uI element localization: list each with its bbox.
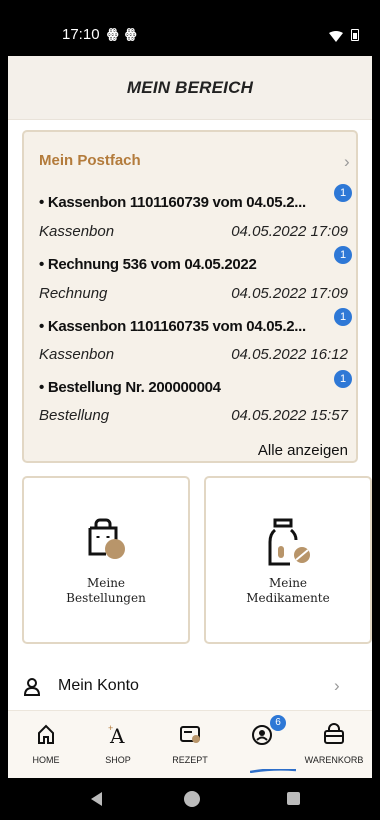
- person-icon: [24, 678, 40, 696]
- nav-home[interactable]: HOME: [10, 711, 82, 778]
- active-indicator: [250, 769, 296, 773]
- message-title[interactable]: • Bestellung Nr. 200000004: [39, 379, 221, 396]
- notification-icon: ꙮ: [125, 26, 137, 41]
- message-date: 04.05.2022 17:09: [231, 223, 348, 240]
- nav-basket[interactable]: WARENKORB: [298, 711, 370, 778]
- unread-badge: 1: [334, 184, 352, 202]
- my-orders-tile[interactable]: Meine Bestellungen: [22, 476, 190, 644]
- page-header: MEIN BEREICH: [8, 56, 372, 120]
- recent-apps-icon[interactable]: [287, 792, 300, 805]
- nav-prescription[interactable]: REZEPT: [154, 711, 226, 778]
- message-date: 04.05.2022 17:09: [231, 285, 348, 302]
- my-account-label[interactable]: Mein Konto: [58, 677, 139, 695]
- tile-label: Meine Medikamente: [246, 576, 330, 605]
- nav-label: HOME: [32, 755, 60, 765]
- system-navigation-bar: [0, 778, 380, 820]
- home-button-icon[interactable]: [184, 791, 200, 807]
- my-account-row[interactable]: Mein Konto ›: [8, 664, 372, 710]
- prescription-icon: [180, 726, 200, 743]
- shop-icon: A +: [108, 723, 125, 745]
- tile-label: Meine Bestellungen: [66, 576, 146, 605]
- app-screen: MEIN BEREICH Mein Postfach › • Kassenbon…: [8, 56, 372, 778]
- chevron-right-icon[interactable]: ›: [334, 676, 340, 696]
- message-date: 04.05.2022 15:57: [231, 407, 348, 424]
- nav-shop[interactable]: A + SHOP: [82, 711, 154, 778]
- nav-label: REZEPT: [172, 755, 208, 765]
- nav-my-area[interactable]: 6: [226, 711, 298, 778]
- battery-icon: [351, 29, 359, 41]
- unread-badge: 1: [334, 246, 352, 264]
- notification-badge: 6: [270, 715, 286, 731]
- basket-icon: [324, 723, 344, 744]
- message-title[interactable]: • Kassenbon 1101160739 vom 04.05.2...: [39, 194, 306, 211]
- message-title[interactable]: • Kassenbon 1101160735 vom 04.05.2...: [39, 318, 306, 335]
- shopping-bag-icon: [88, 518, 125, 559]
- svg-text:+: +: [108, 723, 113, 733]
- message-type: Kassenbon: [39, 346, 115, 363]
- nav-label: WARENKORB: [304, 755, 364, 765]
- unread-badge: 1: [334, 308, 352, 326]
- home-icon: [38, 724, 54, 744]
- message-date: 04.05.2022 16:12: [231, 346, 348, 363]
- account-icon: [252, 725, 272, 745]
- message-title[interactable]: • Rechnung 536 vom 04.05.2022: [39, 256, 257, 273]
- mailbox-title[interactable]: Mein Postfach: [39, 152, 141, 169]
- status-bar: 17:10 ꙮ ꙮ: [0, 0, 380, 56]
- message-type: Rechnung: [39, 285, 108, 302]
- medicine-bottle-icon: [268, 518, 310, 566]
- notification-icon: ꙮ: [107, 26, 119, 41]
- my-medications-tile[interactable]: Meine Medikamente: [204, 476, 372, 644]
- message-type: Bestellung: [39, 407, 110, 424]
- message-type: Kassenbon: [39, 223, 115, 240]
- page-title: MEIN BEREICH: [126, 78, 254, 97]
- wifi-icon: [329, 31, 343, 42]
- bottom-navigation: HOME A + SHOP REZEPT 6 WARENKORB: [8, 710, 372, 778]
- unread-badge: 1: [334, 370, 352, 388]
- status-time: 17:10: [62, 26, 100, 43]
- show-all-link[interactable]: Alle anzeigen: [258, 442, 348, 459]
- nav-label: SHOP: [105, 755, 131, 765]
- back-icon[interactable]: [91, 792, 102, 806]
- mailbox-card: Mein Postfach › • Kassenbon 1101160739 v…: [22, 130, 358, 463]
- chevron-right-icon[interactable]: ›: [344, 152, 350, 172]
